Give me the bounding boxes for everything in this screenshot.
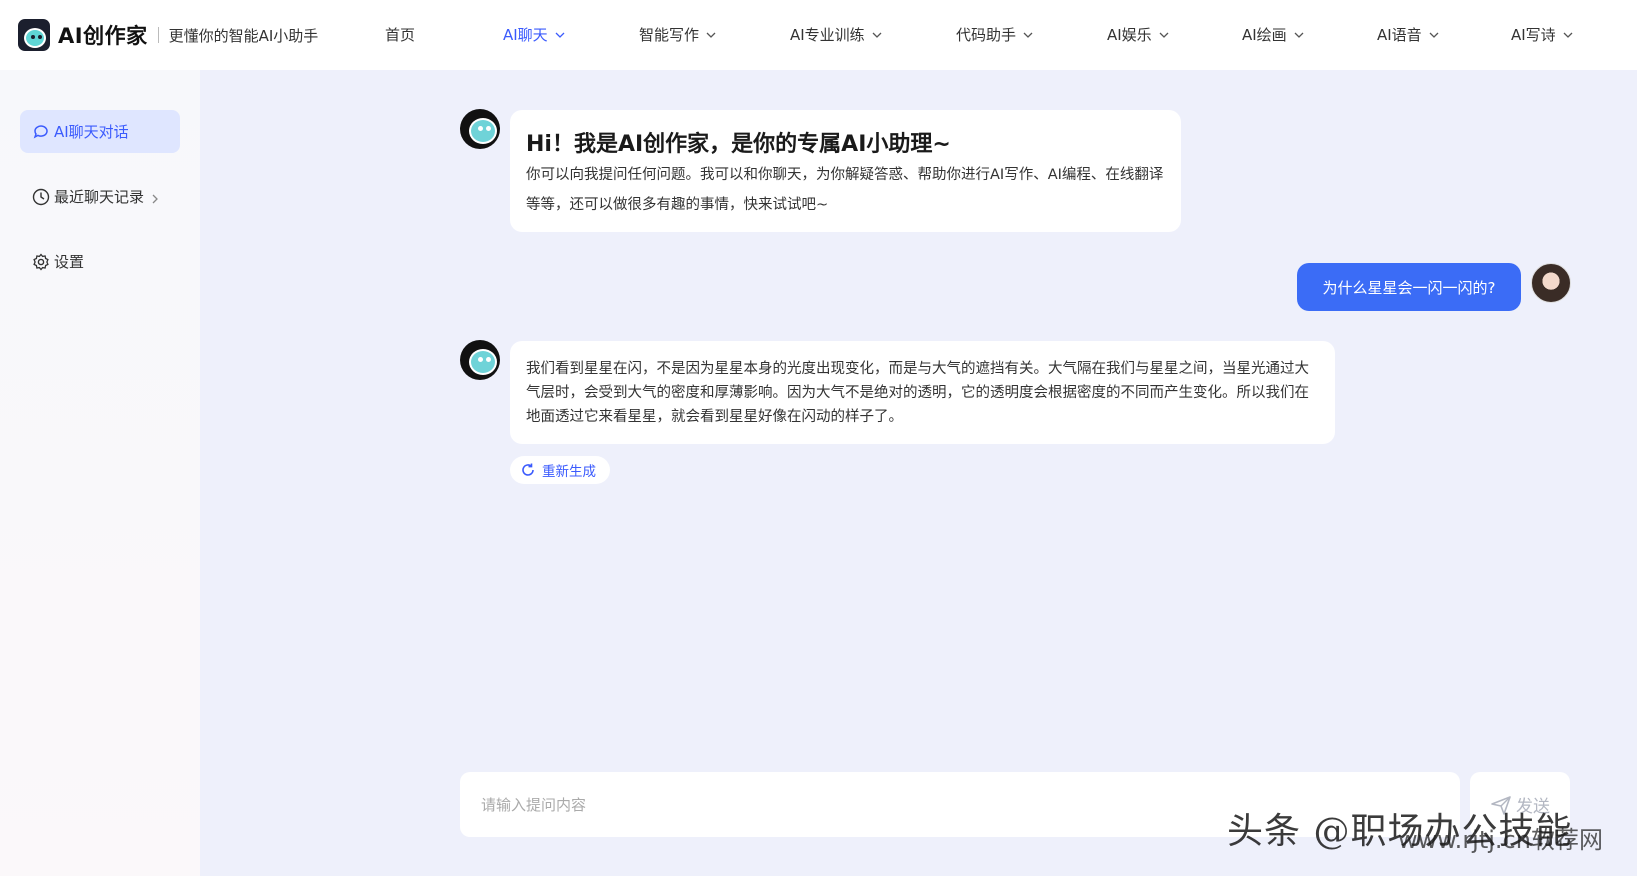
nav-label: AI绘画 [1242,26,1287,44]
nav-label: 智能写作 [639,26,700,44]
nav-label: AI写诗 [1511,26,1556,44]
sidebar-item-label: 设置 [54,253,85,271]
sidebar-item-label: AI聊天对话 [54,123,129,141]
chevron-down-icon [1428,29,1440,41]
brand[interactable]: AI创作家 更懂你的智能AI小助手 [18,19,358,51]
sidebar-item-recent-chats[interactable]: 最近聊天记录 [20,175,180,218]
chat-bubble-icon [32,123,50,141]
nav-label: AI语音 [1377,26,1422,44]
nav-item-ai-chat[interactable]: AI聊天 [503,24,566,45]
nav-item-ai-voice[interactable]: AI语音 [1377,24,1440,45]
nav-item-home[interactable]: 首页 [385,24,415,45]
user-avatar [1531,263,1571,303]
nav-item-ai-entertainment[interactable]: AI娱乐 [1107,24,1170,45]
regenerate-button[interactable]: 重新生成 [510,456,610,484]
nav-label: AI娱乐 [1107,26,1152,44]
sidebar: AI聊天对话 最近聊天记录 设置 [0,70,200,876]
chevron-down-icon [871,29,883,41]
chevron-down-icon [554,29,566,41]
sidebar-item-label: 最近聊天记录 [54,188,145,206]
watermark-site: www.rjtj.cn软荐网 [1398,826,1603,854]
chevron-down-icon [705,29,717,41]
greeting-title: Hi！我是AI创作家，是你的专属AI小助理~ [526,132,951,157]
sidebar-item-settings[interactable]: 设置 [20,240,180,283]
regenerate-label: 重新生成 [542,464,596,480]
chevron-down-icon [1022,29,1034,41]
brand-divider [157,27,159,43]
bot-reply-bubble: 我们看到星星在闪，不是因为星星本身的光度出现变化，而是与大气的遮挡有关。大气隔在… [510,341,1335,444]
nav-label: AI聊天 [503,26,548,44]
chevron-right-icon [150,191,160,203]
brand-name: AI创作家 [58,24,148,48]
bot-avatar [460,109,500,149]
top-navbar: AI创作家 更懂你的智能AI小助手 首页 AI聊天 智能写作 AI专业训练 代码… [0,0,1637,70]
gear-icon [32,252,50,271]
robot-logo-icon [18,19,50,51]
clock-icon [32,188,50,206]
user-message-text: 为什么星星会一闪一闪的? [1322,278,1496,297]
nav-item-code-assistant[interactable]: 代码助手 [956,24,1034,45]
user-message-bubble: 为什么星星会一闪一闪的? [1297,263,1521,311]
sidebar-item-ai-chat[interactable]: AI聊天对话 [20,110,180,153]
nav-label: 首页 [385,26,416,44]
nav-label: AI专业训练 [790,26,865,44]
chevron-down-icon [1562,29,1574,41]
bot-greeting-bubble: Hi！我是AI创作家，是你的专属AI小助理~ 你可以向我提问任何问题。我可以和你… [510,110,1181,232]
greeting-text: 你可以向我提问任何问题。我可以和你聊天，为你解疑答惑、帮助你进行AI写作、AI编… [526,167,1164,213]
bot-avatar [460,340,500,380]
nav-item-ai-painting[interactable]: AI绘画 [1242,24,1305,45]
bot-reply-text: 我们看到星星在闪，不是因为星星本身的光度出现变化，而是与大气的遮挡有关。大气隔在… [526,361,1309,425]
refresh-icon [520,462,536,478]
nav-item-ai-training[interactable]: AI专业训练 [790,24,883,45]
nav-item-ai-poetry[interactable]: AI写诗 [1511,24,1574,45]
chevron-down-icon [1293,29,1305,41]
chevron-down-icon [1158,29,1170,41]
nav-label: 代码助手 [956,26,1017,44]
brand-slogan: 更懂你的智能AI小助手 [168,26,319,45]
nav-item-smart-writing[interactable]: 智能写作 [639,24,717,45]
